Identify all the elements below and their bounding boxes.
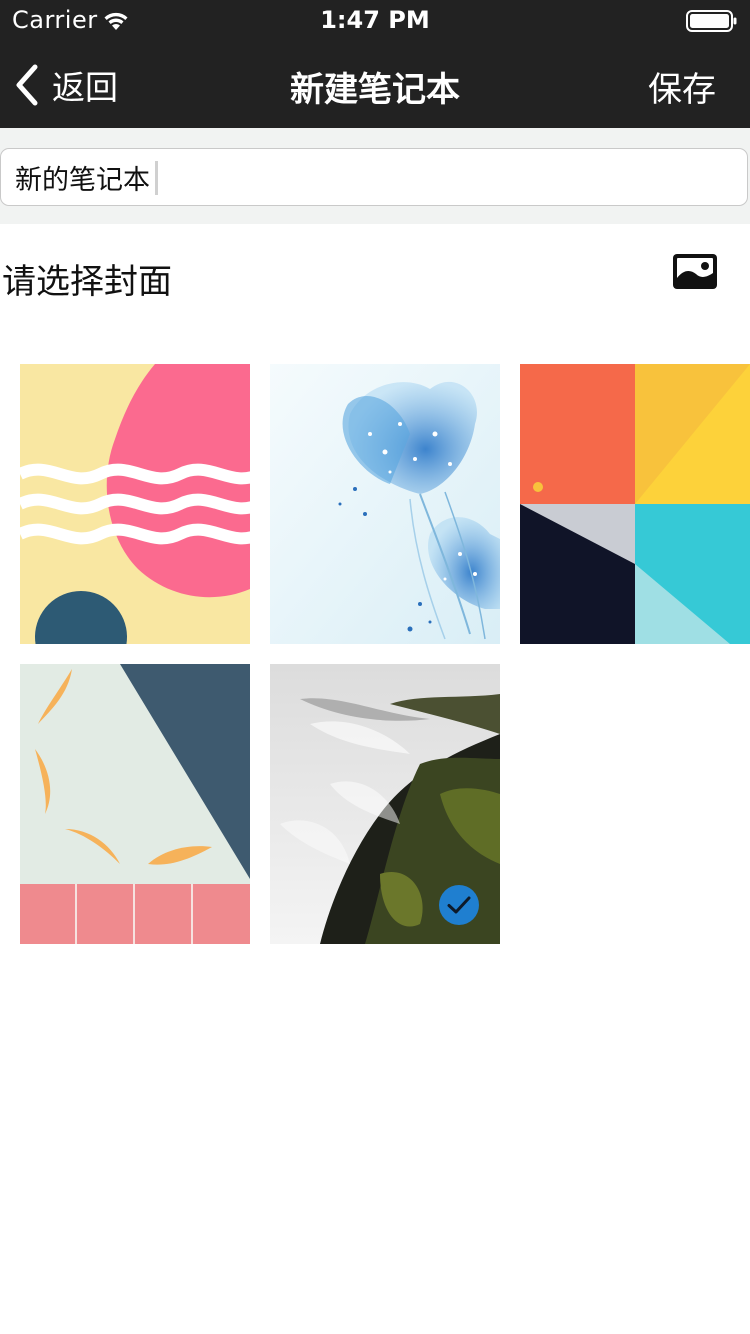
cover-geometric[interactable] — [520, 364, 750, 644]
back-label: 返回 — [52, 68, 118, 107]
image-icon[interactable] — [672, 252, 718, 292]
text-cursor — [155, 161, 158, 195]
cover-prompt: 请选择封面 — [2, 262, 172, 302]
cover-header: 请选择封面 — [0, 224, 750, 324]
navigation-bar: 返回 新建笔记本 保存 — [0, 40, 750, 128]
image-picker-icon — [673, 254, 717, 289]
back-button[interactable]: 返回 — [14, 62, 118, 108]
cover-waves[interactable] — [20, 364, 250, 644]
status-time: 1:47 PM — [320, 6, 430, 34]
chevron-left-icon — [16, 64, 38, 106]
battery-icon — [686, 10, 737, 32]
notebook-name-input[interactable] — [0, 148, 748, 206]
notebook-name-section — [0, 128, 750, 224]
cover-blue-flowers[interactable] — [270, 364, 500, 644]
cover-waterfall[interactable] — [270, 664, 500, 944]
selected-check-icon — [439, 885, 479, 925]
save-button[interactable]: 保存 — [648, 62, 716, 111]
cover-leaves[interactable] — [20, 664, 250, 944]
status-bar: Carrier 1:47 PM — [0, 0, 750, 40]
